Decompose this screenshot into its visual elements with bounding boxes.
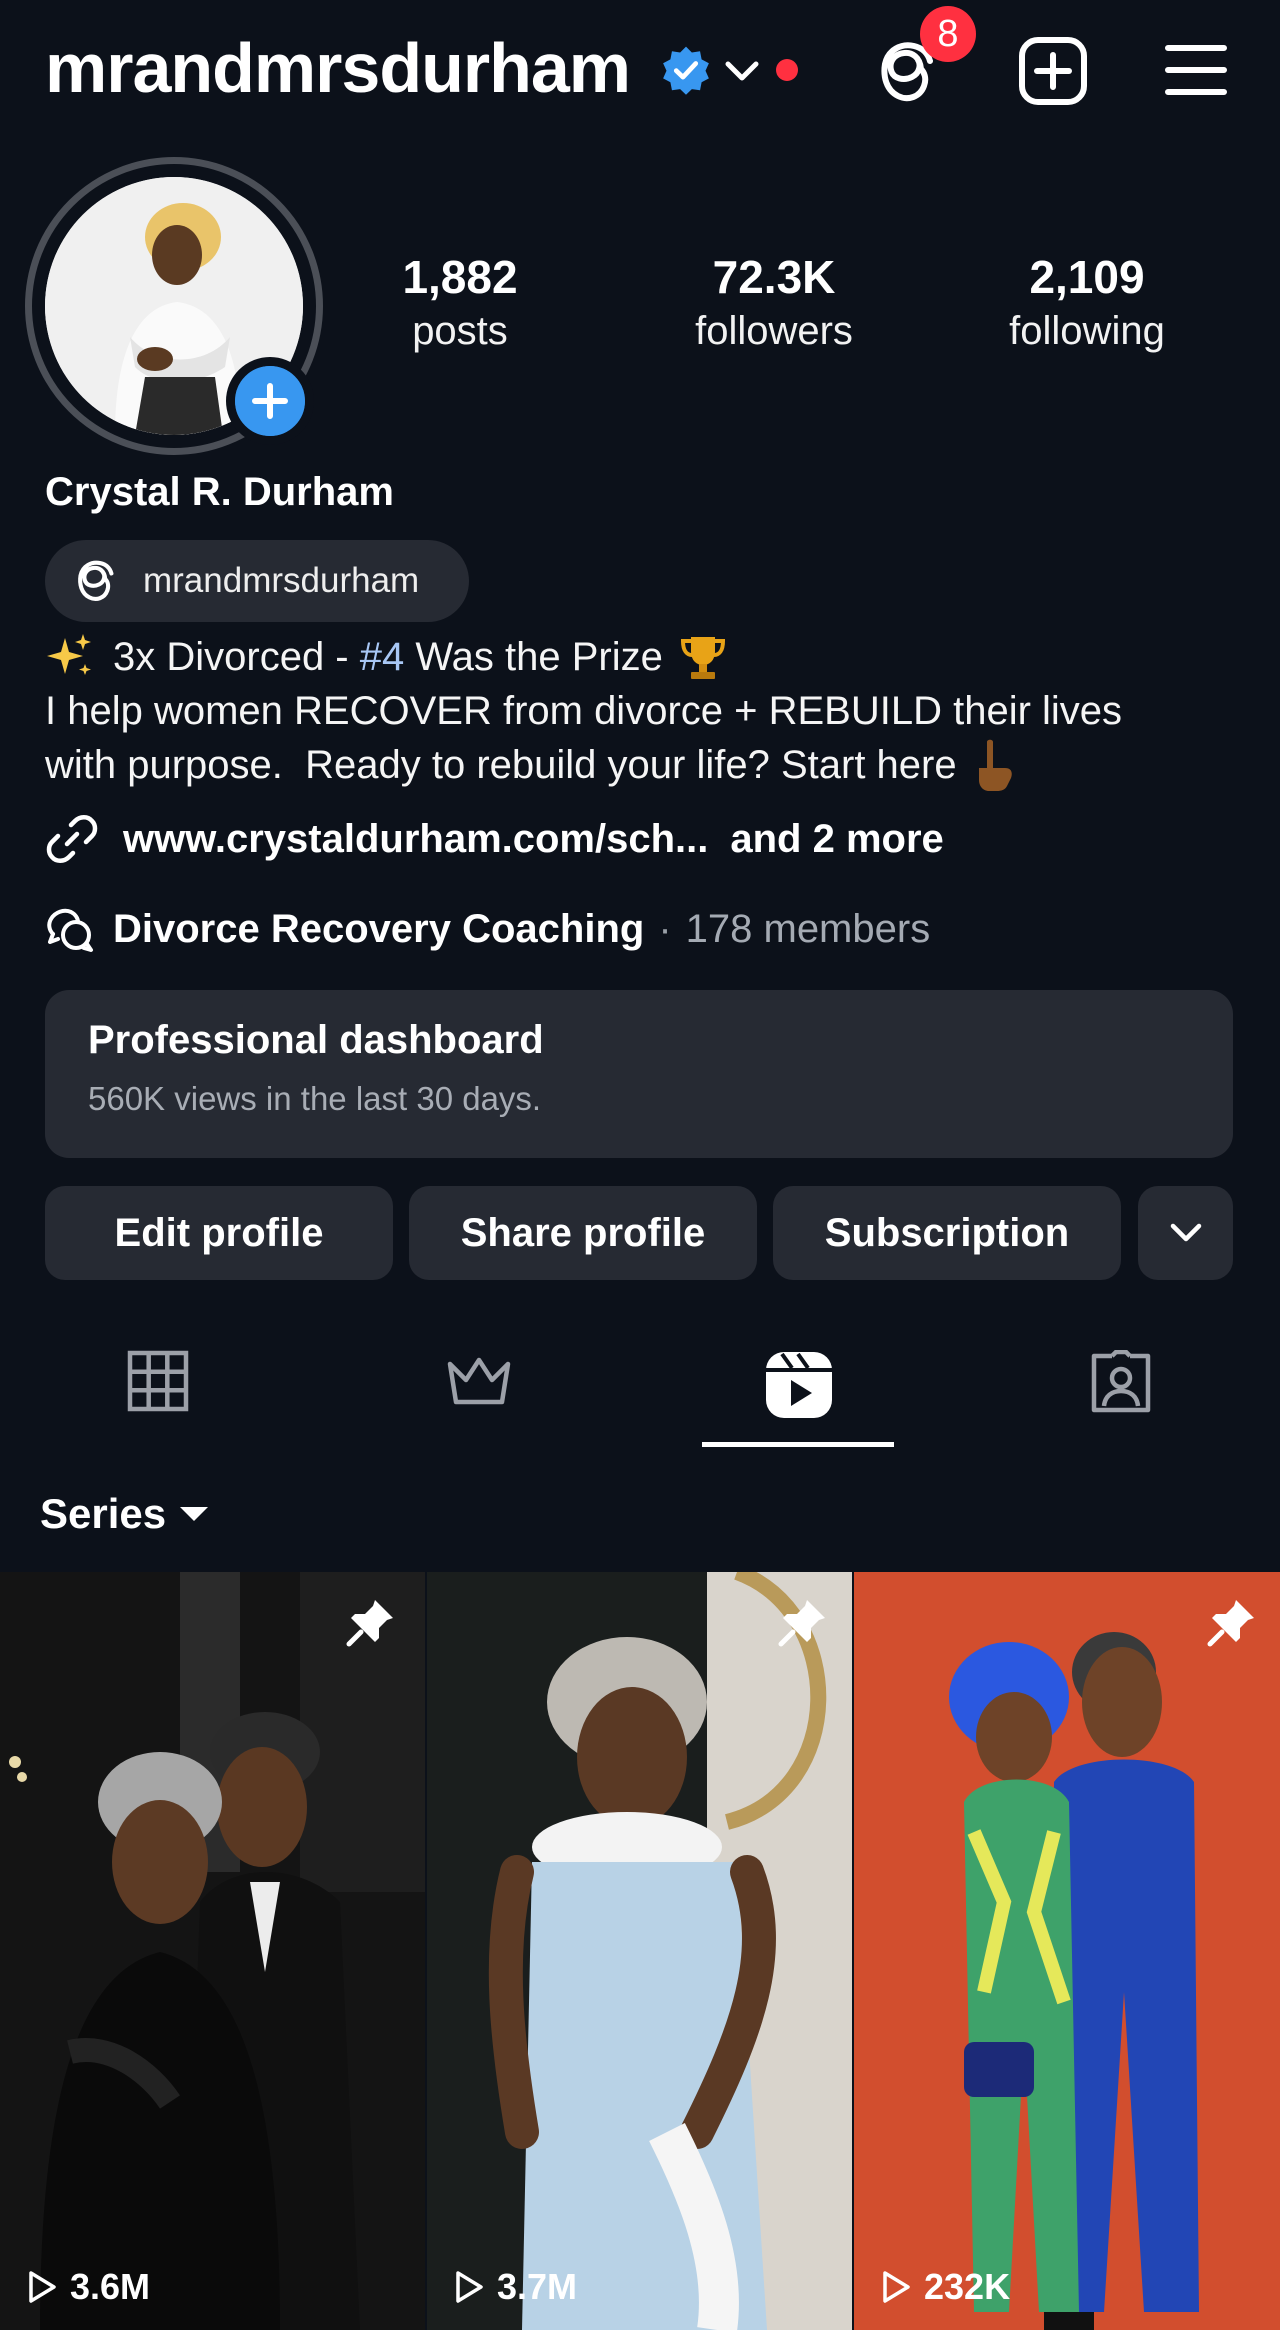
channel-chat-icon <box>47 908 93 952</box>
bio-line-1: 3x Divorced - #4 Was the Prize <box>45 630 1245 684</box>
crown-icon <box>447 1357 511 1405</box>
more-links[interactable]: and 2 more <box>730 817 943 862</box>
tagged-icon <box>1091 1350 1151 1413</box>
edit-profile-button[interactable]: Edit profile <box>45 1186 393 1280</box>
reel-view-count: 3.7M <box>451 2266 577 2308</box>
threads-profile-link[interactable]: mrandmrsdurham <box>45 540 469 622</box>
tab-posts-grid[interactable] <box>93 1340 223 1440</box>
account-switch-chevron-icon[interactable] <box>722 56 762 86</box>
reel-thumbnail-image <box>0 1572 425 2330</box>
create-post-icon[interactable] <box>1018 36 1088 106</box>
play-icon <box>456 2271 483 2303</box>
stat-posts-label: posts <box>412 309 508 353</box>
menu-icon[interactable] <box>1164 40 1228 100</box>
subscription-button[interactable]: Subscription <box>773 1186 1121 1280</box>
bio-line-1-suffix: Was the Prize <box>404 635 663 679</box>
bio-hashtag[interactable]: #4 <box>360 630 405 684</box>
verified-badge-icon <box>663 46 709 95</box>
reels-grid: 3.6M 3.7M 232K <box>0 1572 1280 2330</box>
reel-thumbnail-image <box>854 1572 1280 2330</box>
reel-thumbnail-image <box>427 1572 852 2330</box>
caret-down-icon <box>180 1507 209 1521</box>
stat-following-value: 2,109 <box>1029 251 1145 303</box>
reel-view-count: 232K <box>878 2266 1010 2308</box>
reel-views-text: 232K <box>924 2266 1011 2307</box>
dashboard-title: Professional dashboard <box>88 1018 544 1062</box>
stat-followers-value: 72.3K <box>712 251 836 303</box>
reel-views-text: 3.7M <box>497 2266 578 2307</box>
profile-full-name: Crystal R. Durham <box>45 470 394 514</box>
profile-bio: 3x Divorced - #4 Was the Prize I help wo… <box>45 630 1245 792</box>
bio-line-3: with purpose. Ready to rebuild your life… <box>45 738 1245 792</box>
pointing-down-emoji-icon <box>978 739 1012 791</box>
channel-separator: · <box>658 906 672 951</box>
sparkles-emoji-icon <box>47 634 91 675</box>
username-title[interactable]: mrandmrsdurham <box>45 28 631 108</box>
channel-members: 178 members <box>685 906 931 951</box>
channel-name: Divorce Recovery Coaching <box>113 906 645 951</box>
reel-view-count: 3.6M <box>24 2266 150 2308</box>
stat-posts-value: 1,882 <box>402 251 518 303</box>
series-filter-dropdown[interactable]: Series <box>40 1484 210 1544</box>
stat-following-label: following <box>1009 309 1165 353</box>
play-icon <box>29 2271 56 2303</box>
website-link[interactable]: www.crystaldurham.com/sch... <box>123 817 708 862</box>
reel-tile[interactable]: 232K <box>854 1572 1280 2330</box>
bio-line-2: I help women RECOVER from divorce + REBU… <box>45 689 1123 733</box>
reel-tile[interactable]: 3.6M <box>0 1572 425 2330</box>
threads-notification-badge: 8 <box>920 6 976 62</box>
bio-line-1-text: 3x Divorced - <box>113 635 360 679</box>
share-profile-button[interactable]: Share profile <box>409 1186 757 1280</box>
reel-tile[interactable]: 3.7M <box>427 1572 852 2330</box>
pin-icon <box>778 1600 825 1647</box>
add-story-icon[interactable] <box>226 357 314 445</box>
stat-followers[interactable]: 72.3K followers <box>654 248 894 356</box>
top-bar: mrandmrsdurham 8 <box>0 0 1280 140</box>
external-link-row[interactable]: www.crystaldurham.com/sch... and 2 more <box>45 808 944 870</box>
stat-following[interactable]: 2,109 following <box>967 248 1207 356</box>
dashboard-subtitle: 560K views in the last 30 days. <box>88 1080 542 1117</box>
play-icon <box>883 2271 910 2303</box>
pin-icon <box>1207 1600 1254 1647</box>
broadcast-channel-row[interactable]: Divorce Recovery Coaching · 178 members <box>45 898 930 960</box>
active-tab-indicator <box>702 1442 894 1447</box>
professional-dashboard-card[interactable]: Professional dashboard 560K views in the… <box>45 990 1233 1158</box>
reel-views-text: 3.6M <box>70 2266 151 2307</box>
suggested-accounts-button[interactable] <box>1138 1186 1233 1280</box>
threads-handle: mrandmrsdurham <box>143 561 420 600</box>
reels-icon <box>766 1352 832 1418</box>
unread-dot <box>776 59 798 81</box>
threads-icon <box>78 560 114 601</box>
pin-icon <box>346 1600 393 1647</box>
tab-tagged[interactable] <box>1056 1340 1186 1440</box>
bio-line-3-text: with purpose. Ready to rebuild your life… <box>45 743 957 787</box>
chevron-down-icon <box>1170 1223 1202 1242</box>
tab-reels[interactable] <box>734 1340 864 1440</box>
link-icon <box>46 815 98 863</box>
tab-subscriptions[interactable] <box>414 1340 544 1440</box>
trophy-emoji-icon <box>680 637 725 679</box>
stat-followers-label: followers <box>695 309 853 353</box>
grid-icon <box>127 1350 189 1412</box>
series-filter-label: Series <box>40 1490 167 1537</box>
stat-posts[interactable]: 1,882 posts <box>340 248 580 356</box>
